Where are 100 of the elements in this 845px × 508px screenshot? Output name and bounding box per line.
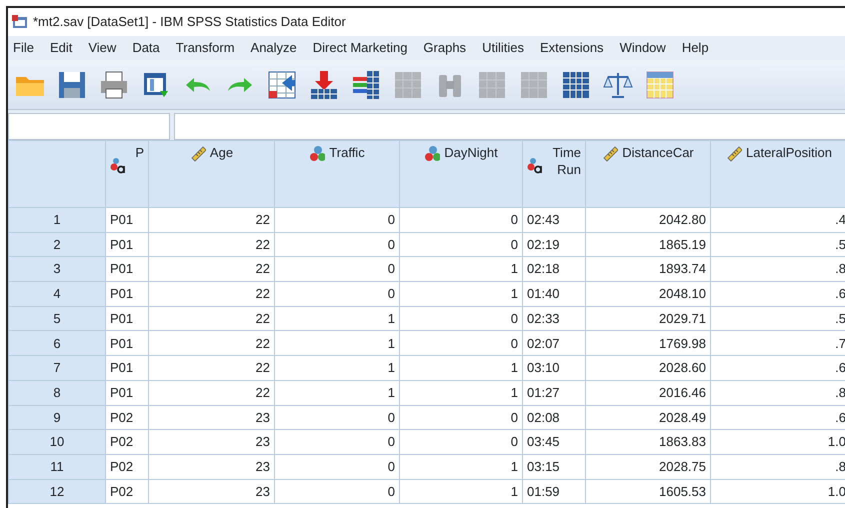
menu-item[interactable]: Analyze bbox=[246, 38, 308, 58]
row-number[interactable]: 5 bbox=[8, 306, 106, 331]
table-cell: 1 bbox=[400, 454, 522, 480]
table-cell: 0 bbox=[274, 282, 400, 306]
table-cell: P01 bbox=[106, 380, 148, 405]
columns-icon[interactable] bbox=[350, 68, 382, 100]
row-number[interactable]: 7 bbox=[8, 356, 106, 380]
menu-item[interactable]: File bbox=[8, 38, 45, 58]
row-number[interactable]: 3 bbox=[8, 256, 106, 282]
table-cell: 0 bbox=[274, 232, 400, 257]
table-cell: 2029.71 bbox=[586, 306, 710, 331]
table-cell: 23 bbox=[148, 479, 274, 504]
table-cell: P01 bbox=[106, 256, 148, 282]
nominal-icon bbox=[424, 145, 440, 162]
row-number[interactable]: 11 bbox=[8, 454, 106, 480]
table-cell: P01 bbox=[106, 232, 148, 257]
table-cell: 1893.74 bbox=[586, 256, 710, 282]
table-cell: 1 bbox=[400, 256, 522, 282]
table-cell: 1769.98 bbox=[586, 330, 710, 356]
table-cell: 1 bbox=[400, 282, 522, 306]
menu-item[interactable]: Graphs bbox=[418, 38, 478, 58]
corner-cell[interactable] bbox=[8, 140, 106, 208]
menu-item[interactable]: Edit bbox=[44, 38, 84, 58]
menu-item[interactable]: Direct Marketing bbox=[308, 38, 418, 58]
cell-value-field[interactable] bbox=[174, 113, 845, 140]
column-header[interactable]: DistanceCar bbox=[586, 140, 710, 208]
table-cell: 03:45 bbox=[522, 430, 586, 454]
table-cell: 0 bbox=[274, 430, 400, 454]
grid-icon[interactable] bbox=[644, 68, 676, 100]
string-icon bbox=[110, 157, 126, 174]
table-cell: 22 bbox=[148, 282, 274, 306]
app-icon bbox=[12, 15, 28, 29]
table-cell: 01:27 bbox=[522, 380, 586, 405]
column-header[interactable]: Age bbox=[148, 140, 274, 208]
table-cell: 2042.80 bbox=[586, 208, 710, 232]
table-cell: 22 bbox=[148, 208, 274, 232]
table-cell: 0 bbox=[274, 208, 400, 232]
table-cell: 03:10 bbox=[522, 356, 586, 380]
table-cell: 0 bbox=[400, 330, 522, 356]
menu-item[interactable]: Transform bbox=[170, 38, 246, 58]
menu-item[interactable]: Help bbox=[676, 38, 720, 58]
row-number[interactable]: 1 bbox=[8, 208, 106, 232]
table-cell: 02:33 bbox=[522, 306, 586, 331]
table-cell: P01 bbox=[106, 208, 148, 232]
table-cell: 0 bbox=[400, 405, 522, 430]
table-cell: 02:07 bbox=[522, 330, 586, 356]
grid-arrow-icon[interactable] bbox=[266, 68, 298, 100]
table-cell: P02 bbox=[106, 405, 148, 430]
table-cell: 2016.46 bbox=[586, 380, 710, 405]
column-header[interactable]: Traffic bbox=[274, 140, 400, 208]
table-cell: 1 bbox=[274, 306, 400, 331]
column-header[interactable]: LateralPosition bbox=[710, 140, 845, 208]
column-header[interactable]: Time Run bbox=[522, 140, 586, 208]
row-number[interactable]: 10 bbox=[8, 430, 106, 454]
menu-item[interactable]: View bbox=[83, 38, 128, 58]
table-cell: 1 bbox=[400, 356, 522, 380]
printer-icon[interactable] bbox=[98, 68, 130, 100]
table-cell: 0 bbox=[400, 430, 522, 454]
table-cell: 1 bbox=[274, 380, 400, 405]
table-cell: 1 bbox=[274, 330, 400, 356]
table-cell: P02 bbox=[106, 430, 148, 454]
table-cell: 1 bbox=[400, 380, 522, 405]
column-header[interactable]: DayNight bbox=[400, 140, 522, 208]
table-cell: 22 bbox=[148, 256, 274, 282]
column-header[interactable]: P bbox=[106, 140, 148, 208]
table-cell: 02:43 bbox=[522, 208, 586, 232]
row-number[interactable]: 2 bbox=[8, 232, 106, 257]
window-title: *mt2.sav [DataSet1] - IBM SPSS Statistics Data Editor bbox=[33, 13, 346, 32]
menu-item[interactable]: Data bbox=[127, 38, 171, 58]
table-cell: P02 bbox=[106, 454, 148, 480]
table-cell: 0 bbox=[274, 256, 400, 282]
download-icon[interactable] bbox=[308, 68, 340, 100]
cell-name-field[interactable] bbox=[8, 113, 170, 140]
table-cell: 0 bbox=[274, 479, 400, 504]
ruler-icon bbox=[726, 145, 742, 162]
row-number[interactable]: 6 bbox=[8, 330, 106, 356]
row-number[interactable]: 8 bbox=[8, 380, 106, 405]
table-cell: 01:59 bbox=[522, 479, 586, 504]
table-cell: P01 bbox=[106, 330, 148, 356]
row-number[interactable]: 9 bbox=[8, 405, 106, 430]
table-cell: 22 bbox=[148, 356, 274, 380]
row-number[interactable]: 4 bbox=[8, 282, 106, 306]
table-cell: 22 bbox=[148, 380, 274, 405]
table-cell: 2028.49 bbox=[586, 405, 710, 430]
row-number[interactable]: 12 bbox=[8, 479, 106, 504]
menu-item[interactable]: Window bbox=[614, 38, 677, 58]
table-cell: 1 bbox=[274, 356, 400, 380]
menu-item[interactable]: Utilities bbox=[477, 38, 535, 58]
table-cell: 02:18 bbox=[522, 256, 586, 282]
table-cell: 23 bbox=[148, 454, 274, 480]
table-cell: 0 bbox=[274, 405, 400, 430]
table-cell: 0 bbox=[400, 208, 522, 232]
table-cell: P01 bbox=[106, 356, 148, 380]
table-cell: 02:08 bbox=[522, 405, 586, 430]
table-cell: 1863.83 bbox=[586, 430, 710, 454]
nominal-icon bbox=[309, 145, 326, 162]
table-cell: P01 bbox=[106, 282, 148, 306]
menu-item[interactable]: Extensions bbox=[534, 38, 615, 58]
table-cell: 1 bbox=[400, 479, 522, 504]
table-cell: 0 bbox=[274, 454, 400, 480]
